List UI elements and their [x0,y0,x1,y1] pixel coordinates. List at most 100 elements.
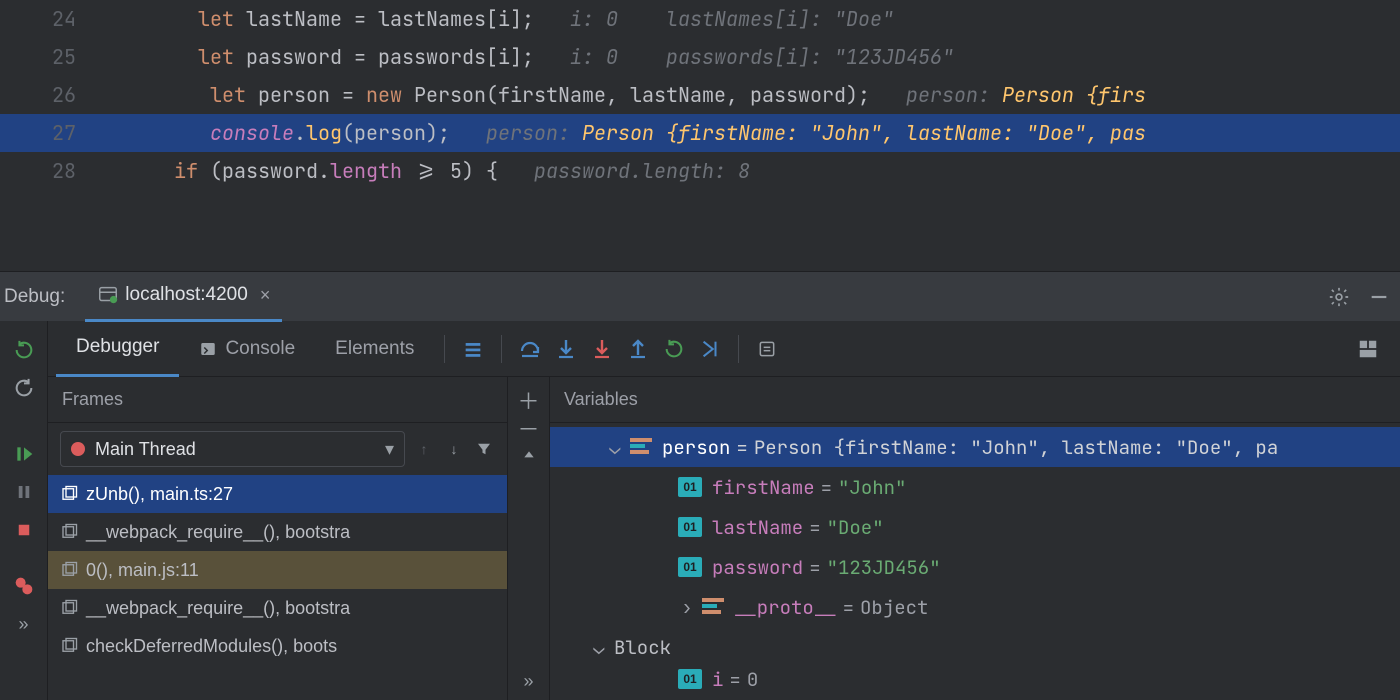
chevron-down-icon: ⌄ [590,635,608,660]
stackframe-icon [60,485,78,503]
debug-toolwindow-body: » Debugger Console Elements [0,321,1400,700]
code-content[interactable]: console.log(person); person: Person {fir… [102,120,1400,146]
variables-pane: Variables ⌄ person = Person {firstName: … [550,377,1400,700]
var-lastName[interactable]: 01lastName="Doe" [550,507,1400,547]
var-name: i [712,667,723,691]
breakpoints-button[interactable] [6,567,42,605]
console-icon [199,340,217,358]
line-number: 26 [0,82,102,108]
code-content[interactable]: let person = new Person(firstName, lastN… [102,82,1400,108]
variables-header: Variables [550,377,1400,423]
var-person[interactable]: ⌄ person = Person {firstName: "John", la… [550,427,1400,467]
line-number: 25 [0,44,102,70]
next-frame-button[interactable]: ↓ [443,438,465,460]
restart-button[interactable] [6,369,42,407]
object-icon [630,438,652,456]
code-content[interactable]: let lastName = lastNames[i]; i: 0 lastNa… [102,6,1400,32]
line-number: 27 [0,120,102,146]
var-value: Object [860,595,928,620]
frame-item[interactable]: __webpack_require__(), bootstra [48,513,507,551]
thread-selector[interactable]: Main Thread ▾ [60,431,405,467]
move-up-button[interactable] [518,445,540,467]
var-name: person [662,435,730,460]
var-block[interactable]: ⌄ Block [550,627,1400,667]
session-label: localhost:4200 [125,284,248,306]
stackframe-icon [60,561,78,579]
var-firstName[interactable]: 01firstName="John" [550,467,1400,507]
rerun-button[interactable] [6,331,42,369]
frame-item[interactable]: zUnb(), main.ts:27 [48,475,507,513]
step-out-button[interactable] [620,331,656,367]
gear-icon[interactable] [1328,286,1350,308]
code-line[interactable]: 26 let person = new Person(firstName, la… [0,76,1400,114]
frame-label: checkDeferredModules(), boots [86,636,337,657]
var-value: "123JD456" [827,555,941,580]
frames-header: Frames [48,377,507,423]
var-name: firstName [712,475,815,500]
debugger-tabs-row: Debugger Console Elements [48,321,1400,377]
prev-frame-button[interactable]: ↑ [413,438,435,460]
step-over-button[interactable] [512,331,548,367]
primitive-icon: 01 [678,477,702,497]
layout-button[interactable] [1350,331,1386,367]
code-editor[interactable]: 24 let lastName = lastNames[i]; i: 0 las… [0,0,1400,271]
frame-label: 0(), main.js:11 [86,560,199,581]
debug-side-toolbar: » [0,321,48,700]
frame-label: zUnb(), main.ts:27 [86,484,233,505]
block-label: Block [614,635,671,660]
close-icon[interactable]: × [260,285,271,306]
frame-label: __webpack_require__(), bootstra [86,598,350,619]
more-watches-button[interactable]: » [518,670,540,692]
force-step-into-button[interactable] [584,331,620,367]
var-name: lastName [712,515,803,540]
code-line[interactable]: 25 let password = passwords[i]; i: 0 pas… [0,38,1400,76]
stackframe-icon [60,599,78,617]
thread-name: Main Thread [95,439,196,460]
chevron-down-icon: ▾ [385,439,394,460]
variables-tree[interactable]: ⌄ person = Person {firstName: "John", la… [550,423,1400,700]
var-password[interactable]: 01password="123JD456" [550,547,1400,587]
drop-frame-button[interactable] [656,331,692,367]
code-content[interactable]: let password = passwords[i]; i: 0 passwo… [102,44,1400,70]
tab-elements[interactable]: Elements [315,321,434,377]
tab-console[interactable]: Console [179,321,315,377]
minimize-icon[interactable] [1368,286,1390,308]
debug-toolwindow-header: Debug: localhost:4200 × [0,271,1400,321]
chevron-right-icon: › [678,595,696,620]
stop-button[interactable] [6,511,42,549]
debug-session-tab[interactable]: localhost:4200 × [85,272,282,322]
frames-pane: Frames Main Thread ▾ ↑ ↓ zUnb(), main.ts… [48,377,508,700]
var-i[interactable]: 01 i = 0 [550,667,1400,691]
tab-debugger[interactable]: Debugger [56,321,179,377]
frame-item[interactable]: __webpack_require__(), bootstra [48,589,507,627]
stackframe-icon [60,523,78,541]
evaluate-button[interactable] [749,331,785,367]
code-line[interactable]: 27 console.log(person); person: Person {… [0,114,1400,152]
step-into-button[interactable] [548,331,584,367]
watches-toolbar: ＋ － » [508,377,550,700]
primitive-icon: 01 [678,669,702,689]
run-to-cursor-button[interactable] [692,331,728,367]
pause-button[interactable] [6,473,42,511]
code-content[interactable]: if (password.length >= 5) { password.len… [102,158,1400,184]
var-value: Person {firstName: "John", lastName: "Do… [754,435,1278,460]
remove-watch-button[interactable]: － [518,417,540,439]
primitive-icon: 01 [678,557,702,577]
filter-icon[interactable] [473,438,495,460]
frame-list[interactable]: zUnb(), main.ts:27 __webpack_require__(),… [48,475,507,700]
var-name: password [712,555,803,580]
browser-icon [97,284,119,306]
threads-icon[interactable] [455,331,491,367]
var-value: "John" [838,475,906,500]
frame-item[interactable]: 0(), main.js:11 [48,551,507,589]
resume-button[interactable] [6,435,42,473]
more-button[interactable]: » [6,605,42,643]
frame-item[interactable]: checkDeferredModules(), boots [48,627,507,665]
var-proto[interactable]: › __proto__ = Object [550,587,1400,627]
add-watch-button[interactable]: ＋ [518,389,540,411]
code-line[interactable]: 24 let lastName = lastNames[i]; i: 0 las… [0,0,1400,38]
object-icon [702,598,724,616]
code-line[interactable]: 28 if (password.length >= 5) { password.… [0,152,1400,190]
debug-title: Debug: [0,286,77,308]
var-value: 0 [747,667,758,691]
